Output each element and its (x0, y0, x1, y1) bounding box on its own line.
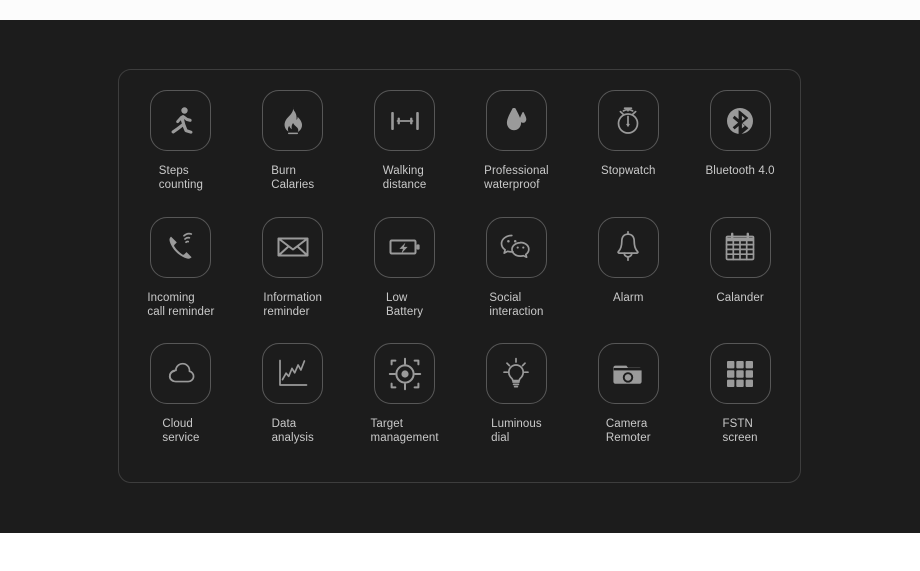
feature-item[interactable]: FSTN screen (684, 343, 796, 470)
feature-tile[interactable] (150, 216, 212, 278)
feature-item[interactable]: Social interaction (461, 216, 573, 344)
calendar-icon (723, 230, 757, 264)
feature-label: FSTN screen (722, 418, 758, 445)
feature-tile[interactable] (709, 90, 771, 151)
feature-item[interactable]: Walking distance (349, 90, 461, 217)
feature-item[interactable]: Burn Calaries (237, 90, 349, 217)
cloud-icon (164, 357, 198, 391)
feature-label: Incoming call reminder (147, 291, 215, 318)
feature-label: Steps counting (158, 165, 204, 191)
feature-tile[interactable] (374, 90, 436, 151)
feature-tile[interactable] (485, 343, 547, 405)
dark-stage: Steps counting Burn Calaries Walking dis… (0, 20, 920, 533)
feature-tile[interactable] (262, 90, 324, 151)
bottom-white-band (0, 533, 920, 571)
feature-tile[interactable] (597, 216, 659, 278)
feature-item[interactable]: Incoming call reminder (125, 216, 237, 344)
line-chart-icon (276, 357, 310, 391)
camera-icon (611, 357, 645, 391)
feature-item[interactable]: Calander (684, 216, 796, 344)
feature-tile[interactable] (709, 343, 771, 405)
running-person-icon (164, 104, 198, 138)
feature-item[interactable]: Bluetooth 4.0 (684, 90, 796, 217)
feature-item[interactable]: Target management (349, 343, 461, 470)
bell-icon (611, 230, 645, 264)
feature-item[interactable]: Low Battery (349, 216, 461, 344)
feature-label: Burn Calaries (271, 165, 315, 191)
feature-tile[interactable] (262, 216, 324, 278)
features-panel: Steps counting Burn Calaries Walking dis… (118, 69, 801, 483)
low-battery-icon (388, 230, 422, 264)
feature-tile[interactable] (150, 90, 212, 151)
feature-item[interactable]: Stopwatch (572, 90, 684, 217)
target-crosshair-icon (388, 357, 422, 391)
feature-label: Cloud service (162, 418, 200, 445)
feature-label: Social interaction (489, 291, 544, 318)
flame-icon (276, 104, 310, 138)
feature-label: Data analysis (271, 418, 314, 445)
bluetooth-icon (723, 104, 757, 138)
ringing-phone-icon (164, 230, 198, 264)
feature-label: Stopwatch (600, 165, 656, 177)
feature-tile[interactable] (597, 90, 659, 151)
feature-tile[interactable] (485, 216, 547, 278)
distance-ruler-icon (388, 104, 422, 138)
feature-item[interactable]: Alarm (572, 216, 684, 344)
feature-tile[interactable] (597, 343, 659, 405)
lightbulb-icon (499, 357, 533, 391)
feature-label: Walking distance (382, 165, 427, 191)
feature-label: Low Battery (386, 291, 424, 318)
water-drop-icon (499, 104, 533, 138)
feature-item[interactable]: Data analysis (237, 343, 349, 470)
screenshot-root: Steps counting Burn Calaries Walking dis… (0, 0, 920, 571)
grid-screen-icon (723, 357, 757, 391)
feature-label: Target management (370, 418, 439, 445)
feature-tile[interactable] (150, 343, 212, 405)
feature-label: Bluetooth 4.0 (705, 165, 775, 177)
feature-label: Calander (716, 291, 764, 304)
feature-label: Camera Remoter (605, 418, 651, 445)
feature-tile[interactable] (374, 343, 436, 405)
top-white-band (0, 0, 920, 20)
feature-label: Professional waterproof (484, 165, 549, 191)
features-grid: Steps counting Burn Calaries Walking dis… (119, 70, 802, 484)
feature-item[interactable]: Professional waterproof (461, 90, 573, 217)
envelope-icon (276, 230, 310, 264)
feature-tile[interactable] (485, 90, 547, 151)
feature-item[interactable]: Steps counting (125, 90, 237, 217)
feature-label: Alarm (612, 291, 644, 304)
feature-item[interactable]: Luminous dial (461, 343, 573, 470)
feature-tile[interactable] (374, 216, 436, 278)
feature-label: Luminous dial (491, 418, 542, 445)
feature-tile[interactable] (262, 343, 324, 405)
feature-label: Information reminder (263, 291, 323, 318)
feature-item[interactable]: Cloud service (125, 343, 237, 470)
feature-item[interactable]: Camera Remoter (572, 343, 684, 470)
stopwatch-icon (611, 104, 645, 138)
feature-tile[interactable] (709, 216, 771, 278)
chat-bubbles-icon (499, 230, 533, 264)
feature-item[interactable]: Information reminder (237, 216, 349, 344)
